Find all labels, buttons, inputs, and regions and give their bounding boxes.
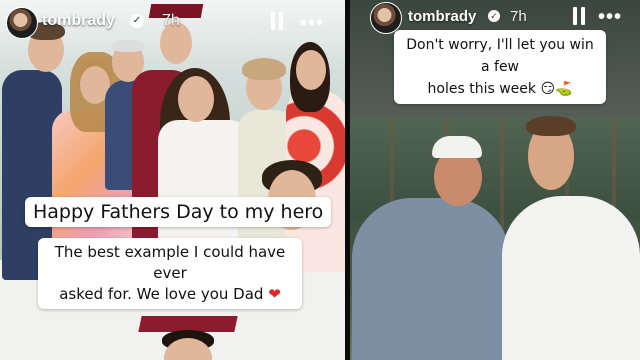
smirk-golf-icon: 😏⛳ [540, 81, 573, 97]
pause-icon[interactable] [270, 12, 284, 30]
more-icon[interactable]: ••• [300, 12, 324, 35]
caption-body: The best example I could have ever asked… [38, 238, 302, 309]
story-header: tombrady ✓ 7h ••• [0, 4, 345, 44]
verified-badge-icon: ✓ [130, 14, 144, 28]
caption-title: Happy Fathers Day to my hero [25, 197, 332, 227]
caption-body-line1: The best example I could have ever [54, 243, 286, 282]
more-icon[interactable]: ••• [598, 6, 622, 29]
story-panel-right[interactable]: tombrady ✓ 7h ••• Don't worry, I'll let … [350, 0, 640, 360]
heart-icon: ❤ [268, 285, 281, 303]
avatar[interactable] [370, 2, 402, 34]
caption-body-line2: asked for. We love you Dad [59, 285, 264, 303]
story-panel-left[interactable]: tombrady ✓ 7h ••• Happy Fathers Day to m… [0, 0, 345, 360]
avatar[interactable] [6, 7, 38, 39]
verified-badge-icon: ✓ [488, 10, 500, 22]
caption-body: Don't worry, I'll let you win a few hole… [394, 30, 606, 104]
caption-line1: Don't worry, I'll let you win a few [406, 37, 594, 75]
cap-icon [432, 136, 482, 158]
story-time: 7h [510, 8, 527, 25]
username[interactable]: tombrady [408, 8, 476, 25]
caption-line2: holes this week [427, 81, 536, 97]
caption-title-text: Happy Fathers Day to my hero [33, 201, 324, 223]
pause-icon[interactable] [572, 7, 586, 25]
story-time: 7h [162, 12, 180, 29]
username[interactable]: tombrady [42, 12, 115, 30]
